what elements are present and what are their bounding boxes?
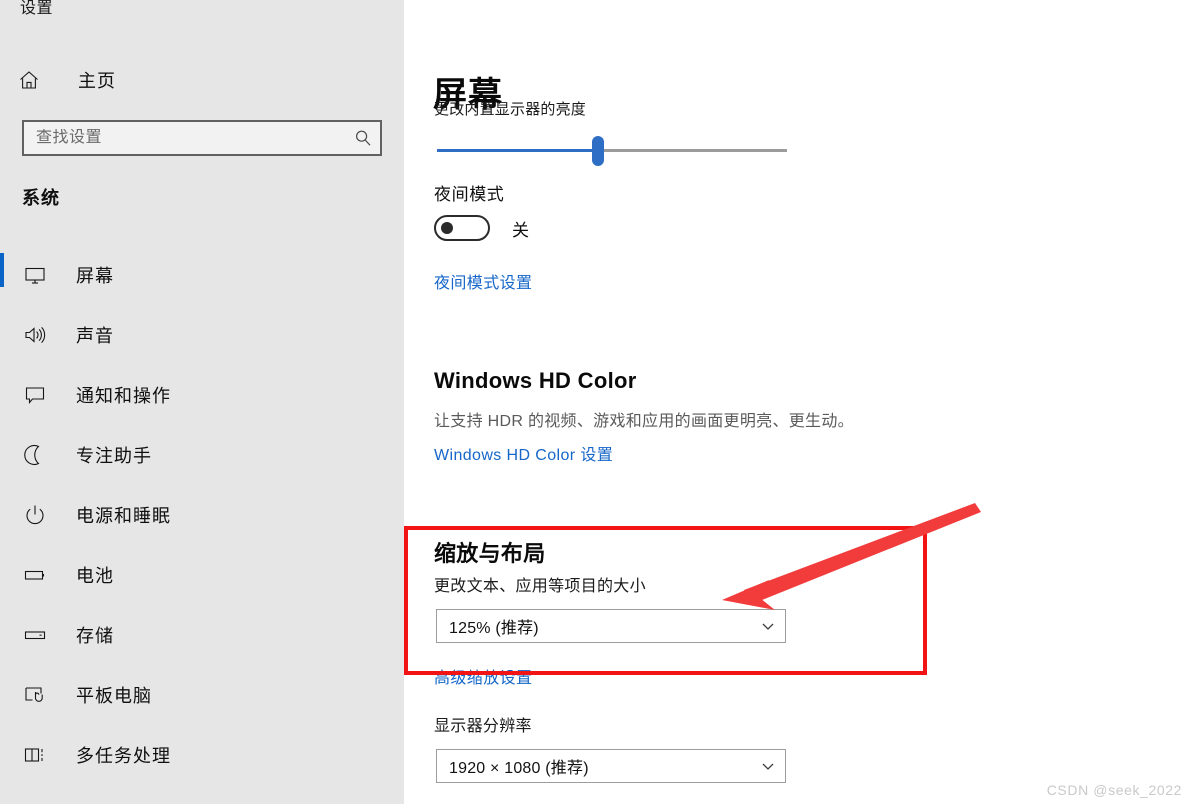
sidebar-item-display[interactable]: 屏幕 bbox=[0, 245, 404, 305]
night-light-state: 关 bbox=[512, 220, 529, 240]
moon-icon bbox=[18, 443, 52, 467]
home-icon bbox=[18, 69, 58, 91]
battery-icon bbox=[18, 563, 52, 587]
scale-size-label: 更改文本、应用等项目的大小 bbox=[434, 578, 646, 595]
multitask-icon bbox=[18, 743, 52, 767]
sidebar-item-storage[interactable]: 存储 bbox=[0, 605, 404, 665]
resolution-label: 显示器分辨率 bbox=[434, 718, 532, 735]
sidebar-item-label: 屏幕 bbox=[76, 266, 114, 286]
app-title: 设置 bbox=[20, 0, 54, 17]
chevron-down-icon bbox=[751, 618, 785, 634]
slider-track bbox=[598, 149, 787, 152]
night-light-toggle-row: 关 bbox=[434, 215, 529, 241]
sidebar-item-notifications[interactable]: 通知和操作 bbox=[0, 365, 404, 425]
sidebar-item-multitasking[interactable]: 多任务处理 bbox=[0, 725, 404, 785]
sidebar: 设置 主页 系统 bbox=[0, 0, 404, 804]
sidebar-nav: 屏幕 声音 通知和操作 专注助手 电源和睡眠 电池 存储 平板电脑 多任务处理 bbox=[0, 245, 404, 804]
brightness-description: 更改内置显示器的亮度 bbox=[434, 101, 587, 118]
night-light-toggle[interactable] bbox=[434, 215, 490, 241]
sidebar-item-power-sleep[interactable]: 电源和睡眠 bbox=[0, 485, 404, 545]
brightness-slider[interactable] bbox=[437, 136, 787, 166]
scale-dropdown-value: 125% (推荐) bbox=[449, 620, 539, 637]
storage-icon bbox=[18, 623, 52, 647]
sidebar-item-label: 声音 bbox=[76, 326, 114, 346]
sidebar-item-label: 电池 bbox=[76, 566, 114, 586]
selection-indicator bbox=[0, 253, 4, 287]
sidebar-item-focus-assist[interactable]: 专注助手 bbox=[0, 425, 404, 485]
hd-color-title: Windows HD Color bbox=[434, 368, 637, 394]
tablet-icon bbox=[18, 683, 52, 707]
hd-color-settings-link[interactable]: Windows HD Color 设置 bbox=[434, 441, 613, 465]
toggle-knob bbox=[441, 222, 453, 234]
power-icon bbox=[18, 503, 52, 527]
sidebar-item-sound[interactable]: 声音 bbox=[0, 305, 404, 365]
search-icon[interactable] bbox=[346, 128, 380, 148]
scale-dropdown[interactable]: 125% (推荐) bbox=[436, 609, 786, 643]
settings-window: 设置 主页 系统 bbox=[0, 0, 1196, 804]
slider-fill bbox=[437, 149, 598, 152]
chevron-down-icon bbox=[751, 758, 785, 774]
notification-icon bbox=[18, 383, 52, 407]
sidebar-item-label: 多任务处理 bbox=[76, 746, 171, 766]
speaker-icon bbox=[18, 323, 52, 347]
hd-color-description: 让支持 HDR 的视频、游戏和应用的画面更明亮、更生动。 bbox=[434, 413, 854, 430]
resolution-dropdown-value: 1920 × 1080 (推荐) bbox=[449, 760, 589, 777]
sidebar-group-title: 系统 bbox=[22, 188, 60, 208]
sidebar-item-battery[interactable]: 电池 bbox=[0, 545, 404, 605]
sidebar-item-home[interactable]: 主页 bbox=[0, 62, 404, 98]
home-label: 主页 bbox=[78, 71, 116, 91]
night-light-label: 夜间模式 bbox=[434, 185, 505, 204]
advanced-scaling-link[interactable]: 高级缩放设置 bbox=[434, 664, 532, 688]
watermark: CSDN @seek_2022 bbox=[1046, 782, 1182, 798]
sidebar-item-project-to-pc[interactable]: 投影到此电脑 bbox=[0, 785, 404, 804]
search-input[interactable] bbox=[24, 129, 346, 147]
sidebar-item-label: 平板电脑 bbox=[76, 686, 152, 706]
search-box[interactable] bbox=[22, 120, 382, 156]
slider-thumb[interactable] bbox=[592, 136, 604, 166]
scale-layout-title: 缩放与布局 bbox=[434, 541, 546, 567]
monitor-icon bbox=[18, 263, 52, 287]
night-light-settings-link[interactable]: 夜间模式设置 bbox=[434, 269, 532, 293]
sidebar-item-label: 专注助手 bbox=[76, 446, 152, 466]
sidebar-item-tablet[interactable]: 平板电脑 bbox=[0, 665, 404, 725]
sidebar-item-label: 存储 bbox=[76, 626, 114, 646]
main-content: 屏幕 更改内置显示器的亮度 夜间模式 关 夜间模式设置 Windows HD C… bbox=[404, 0, 1196, 804]
sidebar-item-label: 通知和操作 bbox=[76, 386, 171, 406]
resolution-dropdown[interactable]: 1920 × 1080 (推荐) bbox=[436, 749, 786, 783]
sidebar-item-label: 电源和睡眠 bbox=[76, 506, 171, 526]
